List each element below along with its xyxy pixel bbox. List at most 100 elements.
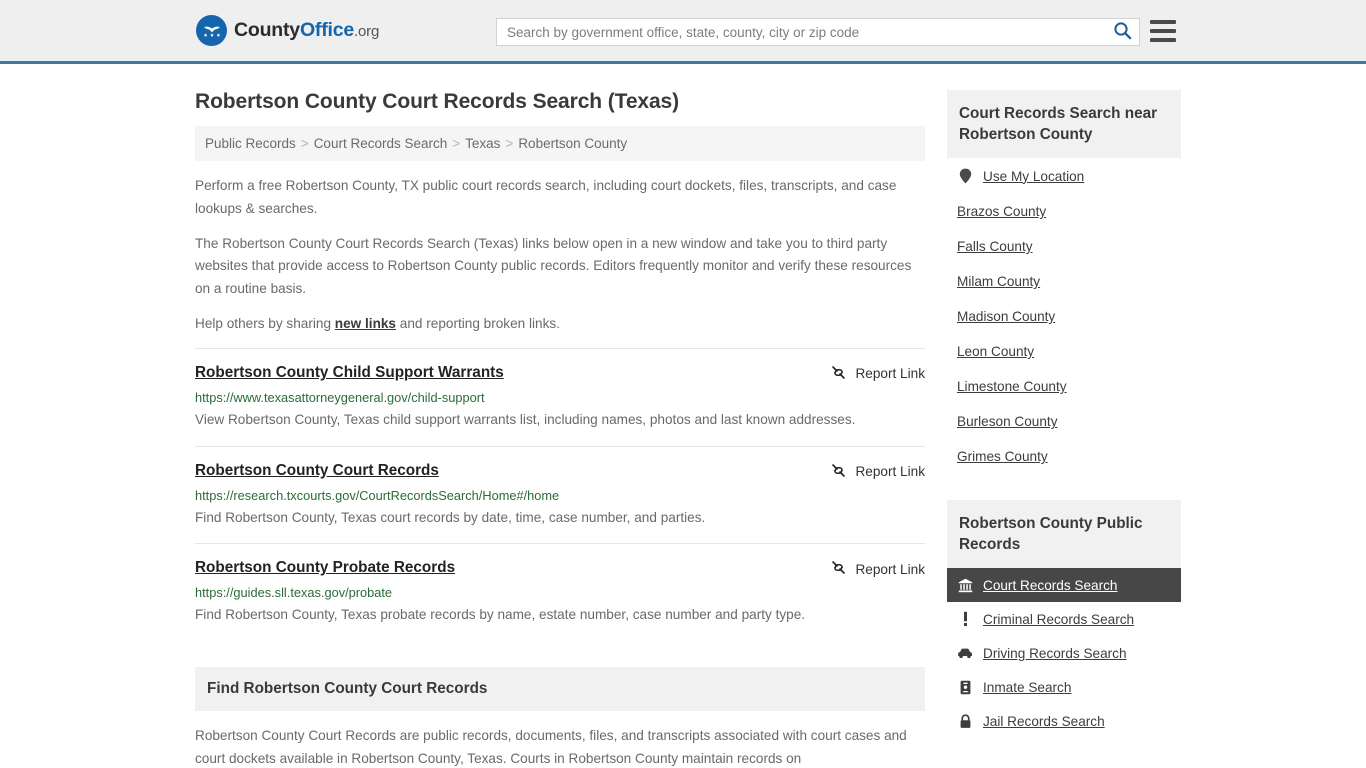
intro-p3-before: Help others by sharing [195,316,335,332]
nearby-search-heading: Court Records Search near Robertson Coun… [947,90,1181,159]
breadcrumb-separator: > [505,136,514,151]
search-button[interactable] [1105,19,1139,45]
find-records-heading: Find Robertson County Court Records [195,667,925,712]
report-link-button[interactable]: Report Link [830,364,925,384]
intro-paragraph-2: The Robertson County Court Records Searc… [195,235,912,297]
breadcrumb-item-robertson-county[interactable]: Robertson County [518,136,627,151]
broken-link-icon [830,364,847,384]
result-description: Find Robertson County, Texas probate rec… [195,607,806,623]
eagle-seal-icon [196,15,227,46]
result-item: Robertson County Court Records Report Li… [195,445,925,544]
sidebar-item-label[interactable]: Jail Records Search [983,714,1105,729]
result-title-link[interactable]: Robertson County Probate Records [195,558,455,578]
result-title-link[interactable]: Robertson County Court Records [195,461,439,481]
logo-wordmark: CountyOffice.org [234,19,379,42]
search-bar[interactable] [496,18,1140,46]
report-link-label: Report Link [855,366,925,382]
intro-paragraph-3: Help others by sharing new links and rep… [195,313,925,336]
page-body: Robertson County Court Records Search (T… [0,64,1366,768]
sidebar-item-label[interactable]: Criminal Records Search [983,612,1134,627]
public-records-list: Court Records Search Criminal Records Se… [947,568,1181,738]
sidebar-item-limestone-county[interactable]: Limestone County [947,369,1181,404]
id-badge-icon [957,679,973,695]
breadcrumb-item-public-records[interactable]: Public Records [205,136,296,151]
map-pin-icon [957,168,973,184]
search-icon [1113,21,1132,43]
result-description: Find Robertson County, Texas court recor… [195,509,706,525]
sidebar-item-driving-records-search[interactable]: Driving Records Search [947,636,1181,670]
broken-link-icon [830,462,847,482]
result-item: Robertson County Child Support Warrants … [195,347,925,446]
hamburger-bar [1150,29,1176,33]
breadcrumb-separator: > [300,136,309,151]
courthouse-icon [957,577,973,593]
sidebar: Court Records Search near Robertson Coun… [947,64,1181,768]
result-url: https://guides.sll.texas.gov/probate [195,585,393,601]
logo-text-county: County [234,19,300,41]
sidebar-item-label[interactable]: Inmate Search [983,680,1071,695]
result-url: https://www.texasattorneygeneral.gov/chi… [195,389,485,405]
sidebar-item-label[interactable]: Brazos County [957,204,1046,219]
find-records-body: Robertson County Court Records are publi… [195,725,925,768]
main-column: Robertson County Court Records Search (T… [195,64,925,768]
sidebar-item-label[interactable]: Burleson County [957,414,1058,429]
exclamation-icon [957,611,973,627]
sidebar-item-leon-county[interactable]: Leon County [947,334,1181,369]
sidebar-item-use-my-location[interactable]: Use My Location [947,158,1181,194]
hamburger-bar [1150,38,1176,42]
sidebar-item-brazos-county[interactable]: Brazos County [947,194,1181,229]
search-input[interactable] [497,19,1105,45]
result-header: Robertson County Child Support Warrants … [195,363,925,384]
sidebar-item-madison-county[interactable]: Madison County [947,299,1181,334]
sidebar-item-label[interactable]: Madison County [957,309,1055,324]
result-header: Robertson County Court Records Report Li… [195,461,925,482]
hamburger-bar [1150,20,1176,24]
page-title: Robertson County Court Records Search (T… [195,90,680,113]
report-link-button[interactable]: Report Link [830,462,925,482]
result-url: https://research.txcourts.gov/CourtRecor… [195,487,560,503]
site-header: CountyOffice.org [0,0,1366,64]
public-records-heading: Robertson County Public Records [947,500,1181,569]
sidebar-item-label[interactable]: Court Records Search [983,578,1117,593]
sidebar-item-label[interactable]: Driving Records Search [983,646,1127,661]
sidebar-item-jail-records-search[interactable]: Jail Records Search [947,704,1181,738]
result-title-link[interactable]: Robertson County Child Support Warrants [195,363,504,383]
sidebar-item-burleson-county[interactable]: Burleson County [947,404,1181,439]
sidebar-item-grimes-county[interactable]: Grimes County [947,439,1181,474]
nearby-county-list: Use My Location Brazos County Falls Coun… [947,158,1181,474]
sidebar-item-inmate-search[interactable]: Inmate Search [947,670,1181,704]
breadcrumb-item-court-records-search[interactable]: Court Records Search [314,136,448,151]
car-icon [957,645,973,661]
sidebar-item-court-records-search[interactable]: Court Records Search [947,568,1181,603]
hamburger-menu-icon[interactable] [1150,20,1176,42]
sidebar-item-label[interactable]: Falls County [957,239,1033,254]
report-link-label: Report Link [855,561,925,577]
lock-icon [957,713,973,729]
sidebar-item-label[interactable]: Grimes County [957,449,1048,464]
result-header: Robertson County Probate Records Report … [195,558,925,579]
sidebar-item-criminal-records-search[interactable]: Criminal Records Search [947,602,1181,636]
result-description: View Robertson County, Texas child suppo… [195,411,856,427]
breadcrumb-separator: > [452,136,461,151]
logo-text-office: Office [299,19,355,41]
content-container: Robertson County Court Records Search (T… [195,64,1181,768]
intro-p3-after: and reporting broken links. [396,316,560,332]
find-records-paragraph: Robertson County Court Records are publi… [195,728,907,766]
sidebar-item-milam-county[interactable]: Milam County [947,264,1181,299]
breadcrumb: Public Records > Court Records Search > Texa… [195,126,925,161]
report-link-button[interactable]: Report Link [830,559,925,579]
report-link-label: Report Link [855,464,925,480]
intro-text: Perform a free Robertson County, TX publ… [195,175,925,336]
broken-link-icon [830,559,847,579]
breadcrumb-item-texas[interactable]: Texas [465,136,500,151]
sidebar-item-label[interactable]: Limestone County [957,379,1067,394]
sidebar-item-label[interactable]: Use My Location [983,169,1084,184]
sidebar-item-label[interactable]: Leon County [957,344,1034,359]
sidebar-item-falls-county[interactable]: Falls County [947,229,1181,264]
new-links-link[interactable]: new links [335,316,396,331]
logo-text-tld: .org [354,23,380,40]
intro-paragraph-1: Perform a free Robertson County, TX publ… [195,178,897,216]
sidebar-item-label[interactable]: Milam County [957,274,1040,289]
site-logo[interactable]: CountyOffice.org [196,15,379,46]
result-item: Robertson County Probate Records Report … [195,543,925,641]
